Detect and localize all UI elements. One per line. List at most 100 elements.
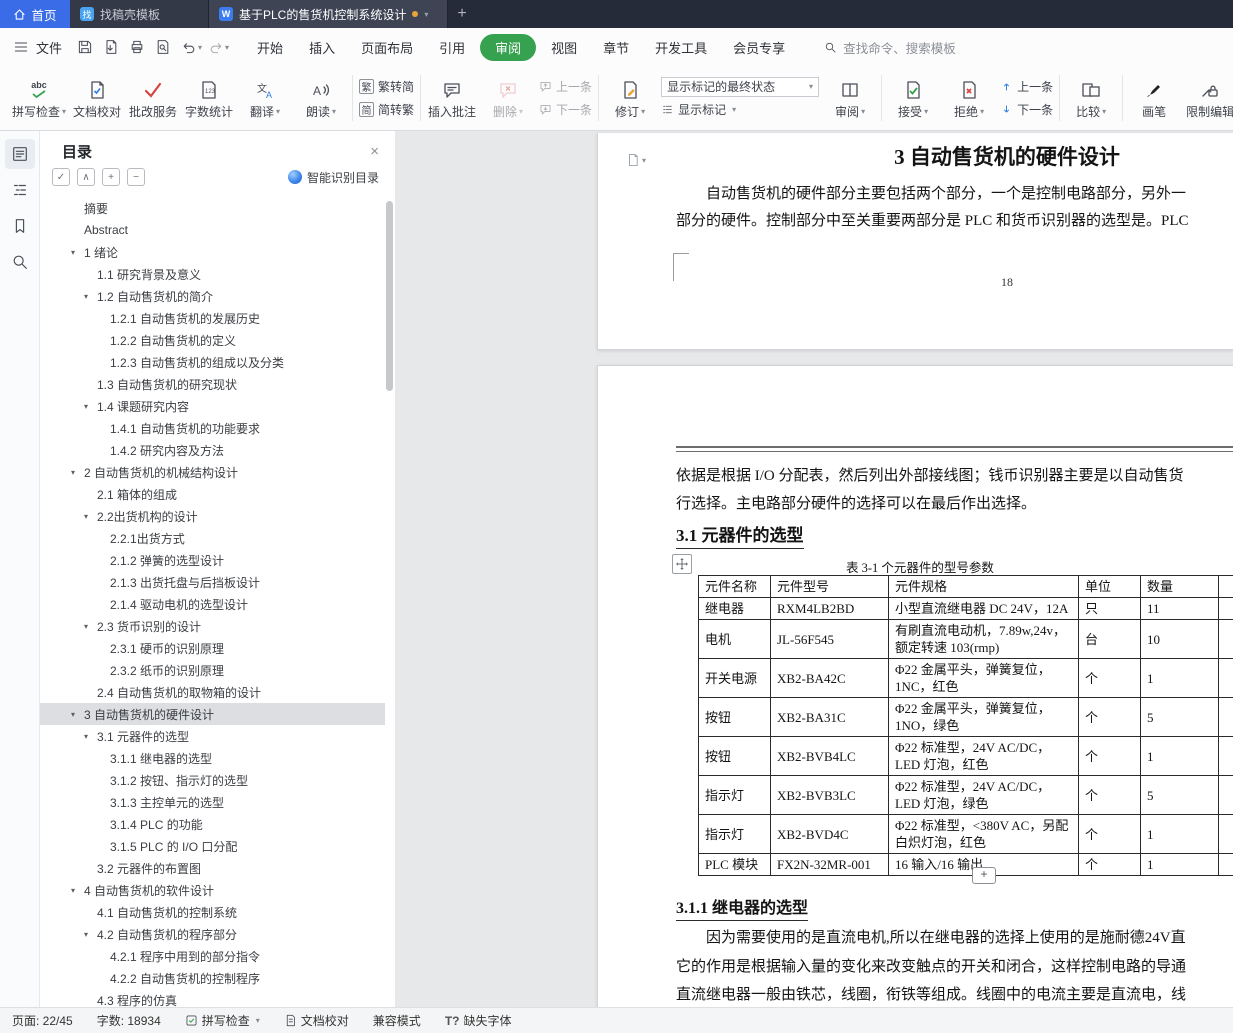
menu-item-2[interactable]: 页面布局	[348, 34, 426, 61]
toc-item[interactable]: 2.1.2 弹簧的选型设计	[40, 549, 385, 571]
toc-item[interactable]: 3.1.1 继电器的选型	[40, 747, 385, 769]
prev-comment-button[interactable]: 上一条	[539, 77, 592, 97]
toc-select-all-icon[interactable]: ✓	[52, 168, 70, 186]
new-tab-button[interactable]: +	[448, 0, 476, 28]
next-comment-button[interactable]: 下一条	[539, 100, 592, 120]
correction-service-button[interactable]: 批改服务	[128, 71, 178, 125]
reject-change-button[interactable]: 拒绝 ▾	[944, 71, 994, 125]
menu-item-6[interactable]: 章节	[590, 34, 642, 61]
export-pdf-icon[interactable]	[98, 34, 124, 60]
table-add-row-button[interactable]: +	[972, 867, 996, 884]
trad-to-simp-button[interactable]: 繁繁转简	[359, 77, 414, 97]
toc-item[interactable]: ▾ 1 绪论	[40, 241, 385, 263]
main-menu-icon[interactable]	[8, 34, 34, 60]
collapse-arrow-icon[interactable]: ▾	[84, 292, 97, 301]
toc-item[interactable]: 3.1.4 PLC 的功能	[40, 813, 385, 835]
menu-item-8[interactable]: 会员专享	[720, 34, 798, 61]
toc-item[interactable]: ▾ 2.2出货机构的设计	[40, 505, 385, 527]
translate-button[interactable]: 文A 翻译 ▾	[240, 71, 290, 125]
toc-item[interactable]: 1.1 研究背景及意义	[40, 263, 385, 285]
proofread-status[interactable]: 文档校对	[284, 1012, 349, 1029]
toc-item[interactable]: 1.2.1 自动售货机的发展历史	[40, 307, 385, 329]
toc-item[interactable]: 1.4.2 研究内容及方法	[40, 439, 385, 461]
tab-menu-caret-icon[interactable]: ▾	[424, 10, 428, 19]
redo-icon[interactable]	[203, 34, 229, 60]
menu-item-7[interactable]: 开发工具	[642, 34, 720, 61]
next-change-button[interactable]: 下一条	[1000, 100, 1053, 120]
print-icon[interactable]	[124, 34, 150, 60]
document-canvas[interactable]: ▾ 3 自动售货机的硬件设计 自动售货机的硬件部分主要包括两个部分，一个是控制电…	[395, 131, 1233, 1007]
menu-item-1[interactable]: 插入	[296, 34, 348, 61]
toc-item[interactable]: Abstract	[40, 219, 385, 241]
toc-item[interactable]: 1.3 自动售货机的研究现状	[40, 373, 385, 395]
accept-change-button[interactable]: 接受 ▾	[888, 71, 938, 125]
collapse-arrow-icon[interactable]: ▾	[71, 886, 84, 895]
doc-proofread-button[interactable]: 文档校对	[72, 71, 122, 125]
smart-recognize-button[interactable]: 智能识别目录	[287, 169, 379, 186]
toc-item[interactable]: ▾ 1.4 课题研究内容	[40, 395, 385, 417]
collapse-arrow-icon[interactable]: ▾	[84, 930, 97, 939]
toc-item[interactable]: 2.1.4 驱动电机的选型设计	[40, 593, 385, 615]
toc-item[interactable]: 2.3.1 硬币的识别原理	[40, 637, 385, 659]
collapse-arrow-icon[interactable]: ▾	[84, 512, 97, 521]
menu-item-4[interactable]: 审阅	[480, 33, 537, 61]
toc-item[interactable]: ▾ 3 自动售货机的硬件设计	[40, 703, 385, 725]
track-changes-button[interactable]: 修订 ▾	[605, 71, 655, 125]
collapse-arrow-icon[interactable]: ▾	[71, 468, 84, 477]
toc-item[interactable]: ▾ 4 自动售货机的软件设计	[40, 879, 385, 901]
collapse-arrow-icon[interactable]: ▾	[84, 622, 97, 631]
toc-collapse-level-icon[interactable]: −	[127, 168, 145, 186]
compare-button[interactable]: 比较 ▾	[1066, 71, 1116, 125]
spell-check-button[interactable]: abc 拼写检查 ▾	[12, 71, 66, 125]
toc-item[interactable]: ▾ 2 自动售货机的机械结构设计	[40, 461, 385, 483]
toc-item[interactable]: 3.2 元器件的布置图	[40, 857, 385, 879]
toc-item[interactable]: ▾ 1.2 自动售货机的简介	[40, 285, 385, 307]
prev-change-button[interactable]: 上一条	[1000, 77, 1053, 97]
toc-item[interactable]: 2.1 箱体的组成	[40, 483, 385, 505]
insert-comment-button[interactable]: 插入批注	[427, 71, 477, 125]
toc-item[interactable]: 1.2.3 自动售货机的组成以及分类	[40, 351, 385, 373]
toc-item[interactable]: 2.4 自动售货机的取物箱的设计	[40, 681, 385, 703]
toc-item[interactable]: 4.2.1 程序中用到的部分指令	[40, 945, 385, 967]
toc-close-icon[interactable]: ×	[370, 143, 379, 160]
markup-state-dropdown[interactable]: 显示标记的最终状态 ▾	[661, 76, 820, 97]
read-aloud-button[interactable]: A 朗读 ▾	[296, 71, 346, 125]
ink-button[interactable]: 画笔	[1129, 71, 1179, 125]
menu-item-5[interactable]: 视图	[538, 34, 590, 61]
toc-item[interactable]: 4.3 程序的仿真	[40, 989, 385, 1008]
collapse-arrow-icon[interactable]: ▾	[84, 402, 97, 411]
toc-expand-level-icon[interactable]: +	[102, 168, 120, 186]
toc-item[interactable]: ▾ 2.3 货币识别的设计	[40, 615, 385, 637]
toc-item[interactable]: ▾ 3.1 元器件的选型	[40, 725, 385, 747]
toc-scrollbar[interactable]	[386, 201, 393, 391]
toc-item[interactable]: 1.4.1 自动售货机的功能要求	[40, 417, 385, 439]
tab-docer-template[interactable]: 找 找稿壳模板	[70, 0, 209, 28]
delete-comment-button[interactable]: 删除 ▾	[483, 71, 533, 125]
show-markup-button[interactable]: 显示标记 ▾	[661, 100, 819, 120]
restrict-edit-button[interactable]: 限制编辑	[1185, 71, 1233, 125]
save-icon[interactable]	[72, 34, 98, 60]
menu-item-3[interactable]: 引用	[426, 34, 478, 61]
toc-collapse-all-icon[interactable]: ∧	[77, 168, 95, 186]
missing-font-indicator[interactable]: T? 缺失字体	[445, 1012, 512, 1029]
bookmark-pane-icon[interactable]	[5, 211, 35, 241]
component-spec-table[interactable]: 元件名称 元件型号 元件规格 单位 数量 继电器 RXM4LB2BD 小型直流继电器 DC 2…	[698, 575, 1233, 876]
compat-mode-indicator[interactable]: 兼容模式	[373, 1012, 421, 1029]
file-menu[interactable]: 文件	[34, 38, 72, 57]
review-pane-button[interactable]: 审阅 ▾	[825, 71, 875, 125]
toc-item[interactable]: 4.2.2 自动售货机的控制程序	[40, 967, 385, 989]
toc-item[interactable]: 3.1.3 主控单元的选型	[40, 791, 385, 813]
menu-item-0[interactable]: 开始	[244, 34, 296, 61]
tab-document[interactable]: W 基于PLC的售货机控制系统设计 ▾	[209, 0, 448, 28]
undo-caret-icon[interactable]: ▾	[198, 43, 202, 52]
toc-item[interactable]: 2.3.2 纸币的识别原理	[40, 659, 385, 681]
toc-item[interactable]: 1.2.2 自动售货机的定义	[40, 329, 385, 351]
toc-item[interactable]: ▾ 4.2 自动售货机的程序部分	[40, 923, 385, 945]
word-count-button[interactable]: 123 字数统计	[184, 71, 234, 125]
toc-item[interactable]: 摘要	[40, 197, 385, 219]
simp-to-trad-button[interactable]: 简简转繁	[359, 100, 414, 120]
collapse-arrow-icon[interactable]: ▾	[84, 732, 97, 741]
toc-item[interactable]: 3.1.5 PLC 的 I/O 口分配	[40, 835, 385, 857]
word-count-indicator[interactable]: 字数: 18934	[97, 1012, 161, 1029]
page-indicator[interactable]: 页面: 22/45	[12, 1012, 73, 1029]
